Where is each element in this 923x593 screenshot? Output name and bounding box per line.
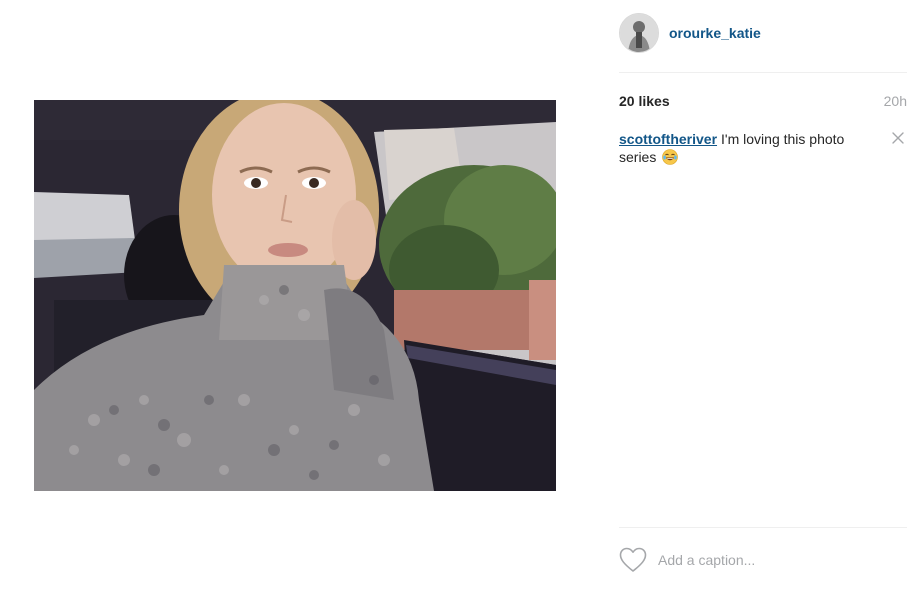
delete-comment-close-icon[interactable] [891, 131, 905, 145]
avatar[interactable] [619, 13, 659, 53]
footer-divider [619, 527, 907, 528]
comment-author-link[interactable]: scottoftheriver [619, 131, 717, 147]
avatar-image [620, 14, 658, 52]
instagram-post-page: orourke_katie 20 likes 20h scottoftheriv… [0, 0, 923, 593]
caption-input[interactable] [658, 552, 878, 568]
header-divider [619, 72, 907, 73]
post-sidebar: orourke_katie 20 likes 20h scottoftheriv… [619, 0, 907, 593]
post-stats: 20 likes 20h [619, 93, 907, 109]
selfie-in-car-image [34, 100, 556, 491]
post-footer [619, 543, 907, 577]
comment-item: scottoftheriver I'm loving this photo ser… [619, 130, 879, 166]
post-photo[interactable] [34, 100, 556, 491]
tears-of-joy-emoji-icon [662, 149, 679, 165]
username-link[interactable]: orourke_katie [669, 25, 761, 41]
post-timestamp[interactable]: 20h [884, 93, 907, 109]
post-header: orourke_katie [619, 12, 907, 54]
likes-count[interactable]: 20 likes [619, 93, 670, 109]
heart-outline-icon[interactable] [619, 547, 647, 573]
